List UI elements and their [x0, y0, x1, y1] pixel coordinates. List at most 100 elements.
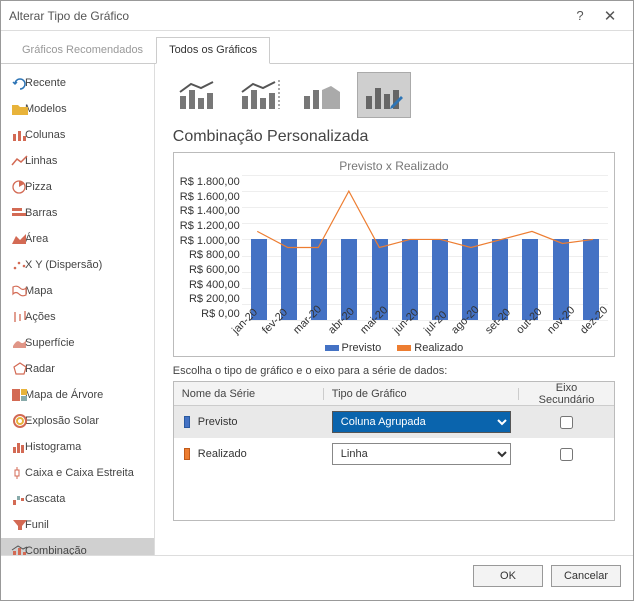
combo-subtype-custom[interactable]	[357, 72, 411, 118]
histogram-chart-icon	[11, 440, 29, 454]
funnel-chart-icon	[11, 518, 29, 532]
series-row[interactable]: Previsto Coluna Agrupada	[174, 406, 614, 438]
y-tick: R$ 1.400,00	[180, 206, 240, 217]
sidebar-item-treemap[interactable]: Mapa de Árvore	[1, 382, 154, 408]
ok-button[interactable]: OK	[473, 565, 543, 587]
sidebar-item-funnel[interactable]: Funil	[1, 512, 154, 538]
secondary-axis-checkbox[interactable]	[560, 448, 573, 461]
series-name: Realizado	[198, 448, 247, 460]
y-tick: R$ 0,00	[180, 309, 240, 320]
y-tick: R$ 600,00	[180, 265, 240, 276]
box-whisker-icon	[11, 466, 29, 480]
sidebar-item-map[interactable]: Mapa	[1, 278, 154, 304]
stock-chart-icon	[11, 310, 29, 324]
y-tick: R$ 1.800,00	[180, 177, 240, 188]
sidebar-item-label: Mapa de Árvore	[25, 389, 103, 401]
sidebar-item-area[interactable]: Área	[1, 226, 154, 252]
tab-strip: Gráficos Recomendados Todos os Gráficos	[1, 31, 633, 64]
combo-subtype-2[interactable]	[233, 72, 287, 118]
legend-label: Previsto	[342, 342, 382, 354]
series-row[interactable]: Realizado Linha	[174, 438, 614, 470]
sidebar-item-label: Pizza	[25, 181, 52, 193]
cancel-button[interactable]: Cancelar	[551, 565, 621, 587]
area-chart-icon	[11, 232, 29, 246]
bar-chart-icon	[11, 206, 29, 220]
sidebar-item-line[interactable]: Linhas	[1, 148, 154, 174]
series-color-swatch	[184, 416, 190, 428]
sidebar-item-label: Recente	[25, 77, 66, 89]
tab-recommended[interactable]: Gráficos Recomendados	[9, 37, 156, 63]
legend-item: Realizado	[397, 342, 463, 354]
legend-item: Previsto	[325, 342, 382, 354]
y-tick: R$ 400,00	[180, 280, 240, 291]
sidebar-item-combo[interactable]: Combinação	[1, 538, 154, 555]
chart-type-select[interactable]: Coluna Agrupada	[332, 411, 511, 433]
sidebar-item-waterfall[interactable]: Cascata	[1, 486, 154, 512]
plot	[242, 175, 608, 320]
combo-chart-icon	[11, 544, 29, 555]
main-panel: Combinação Personalizada Previsto x Real…	[155, 64, 633, 555]
tab-all[interactable]: Todos os Gráficos	[156, 37, 270, 64]
col-secondary-axis: Eixo Secundário	[519, 382, 614, 406]
sidebar-item-label: Linhas	[25, 155, 57, 167]
sidebar-item-column[interactable]: Colunas	[1, 122, 154, 148]
sidebar-item-label: Cascata	[25, 493, 65, 505]
sidebar-item-label: Colunas	[25, 129, 65, 141]
sidebar-item-label: Histograma	[25, 441, 81, 453]
sidebar-item-sunburst[interactable]: Explosão Solar	[1, 408, 154, 434]
series-table: Nome da Série Tipo de Gráfico Eixo Secun…	[173, 381, 615, 521]
y-tick: R$ 1.600,00	[180, 192, 240, 203]
y-tick: R$ 1.200,00	[180, 221, 240, 232]
sidebar-item-label: Mapa	[25, 285, 53, 297]
sidebar-item-recent[interactable]: Recente	[1, 70, 154, 96]
recent-icon	[11, 76, 29, 90]
y-tick: R$ 200,00	[180, 294, 240, 305]
sidebar-item-bar[interactable]: Barras	[1, 200, 154, 226]
sidebar-item-label: Modelos	[25, 103, 67, 115]
chart-preview: Previsto x Realizado R$ 1.800,00 R$ 1.60…	[173, 152, 615, 357]
window-title: Alterar Tipo de Gráfico	[9, 9, 565, 23]
y-tick: R$ 800,00	[180, 250, 240, 261]
sidebar-item-stock[interactable]: Ações	[1, 304, 154, 330]
dialog-body: Recente Modelos Colunas Linhas Pizza Bar…	[1, 64, 633, 555]
legend-label: Realizado	[414, 342, 463, 354]
chart-type-select[interactable]: Linha	[332, 443, 511, 465]
help-icon[interactable]: ?	[565, 8, 595, 23]
col-chart-type: Tipo de Gráfico	[324, 388, 519, 400]
series-color-swatch	[184, 448, 190, 460]
sidebar-item-templates[interactable]: Modelos	[1, 96, 154, 122]
y-tick: R$ 1.000,00	[180, 236, 240, 247]
sidebar-item-surface[interactable]: Superfície	[1, 330, 154, 356]
sidebar-item-radar[interactable]: Radar	[1, 356, 154, 382]
y-axis: R$ 1.800,00 R$ 1.600,00 R$ 1.400,00 R$ 1…	[180, 175, 242, 320]
sidebar-item-scatter[interactable]: X Y (Dispersão)	[1, 252, 154, 278]
close-icon[interactable]: ✕	[595, 7, 625, 25]
combo-subtype-1[interactable]	[171, 72, 225, 118]
sidebar-item-label: Barras	[25, 207, 57, 219]
sidebar-item-histogram[interactable]: Histograma	[1, 434, 154, 460]
series-instruction: Escolha o tipo de gráfico e o eixo para …	[173, 365, 615, 377]
combo-subtype-3[interactable]	[295, 72, 349, 118]
chart-legend: Previsto Realizado	[180, 342, 608, 354]
map-chart-icon	[11, 284, 29, 298]
series-name: Previsto	[198, 416, 238, 428]
surface-chart-icon	[11, 336, 29, 350]
sidebar-item-pie[interactable]: Pizza	[1, 174, 154, 200]
x-axis: jan-20fev-20mar-20abr-20mai-20jun-20jul-…	[226, 320, 608, 340]
sidebar-item-boxwhisker[interactable]: Caixa e Caixa Estreita	[1, 460, 154, 486]
sidebar-item-label: Caixa e Caixa Estreita	[25, 467, 134, 479]
sidebar-item-label: X Y (Dispersão)	[25, 259, 102, 271]
folder-icon	[11, 102, 29, 116]
titlebar: Alterar Tipo de Gráfico ? ✕	[1, 1, 633, 31]
plot-area: R$ 1.800,00 R$ 1.600,00 R$ 1.400,00 R$ 1…	[180, 175, 608, 320]
column-chart-icon	[11, 128, 29, 142]
secondary-axis-checkbox[interactable]	[560, 416, 573, 429]
scatter-chart-icon	[11, 258, 29, 272]
chart-title: Previsto x Realizado	[180, 159, 608, 173]
radar-chart-icon	[11, 362, 29, 376]
treemap-chart-icon	[11, 388, 29, 402]
sidebar-item-label: Explosão Solar	[25, 415, 99, 427]
sunburst-chart-icon	[11, 414, 29, 428]
line-chart-icon	[11, 154, 29, 168]
waterfall-chart-icon	[11, 492, 29, 506]
